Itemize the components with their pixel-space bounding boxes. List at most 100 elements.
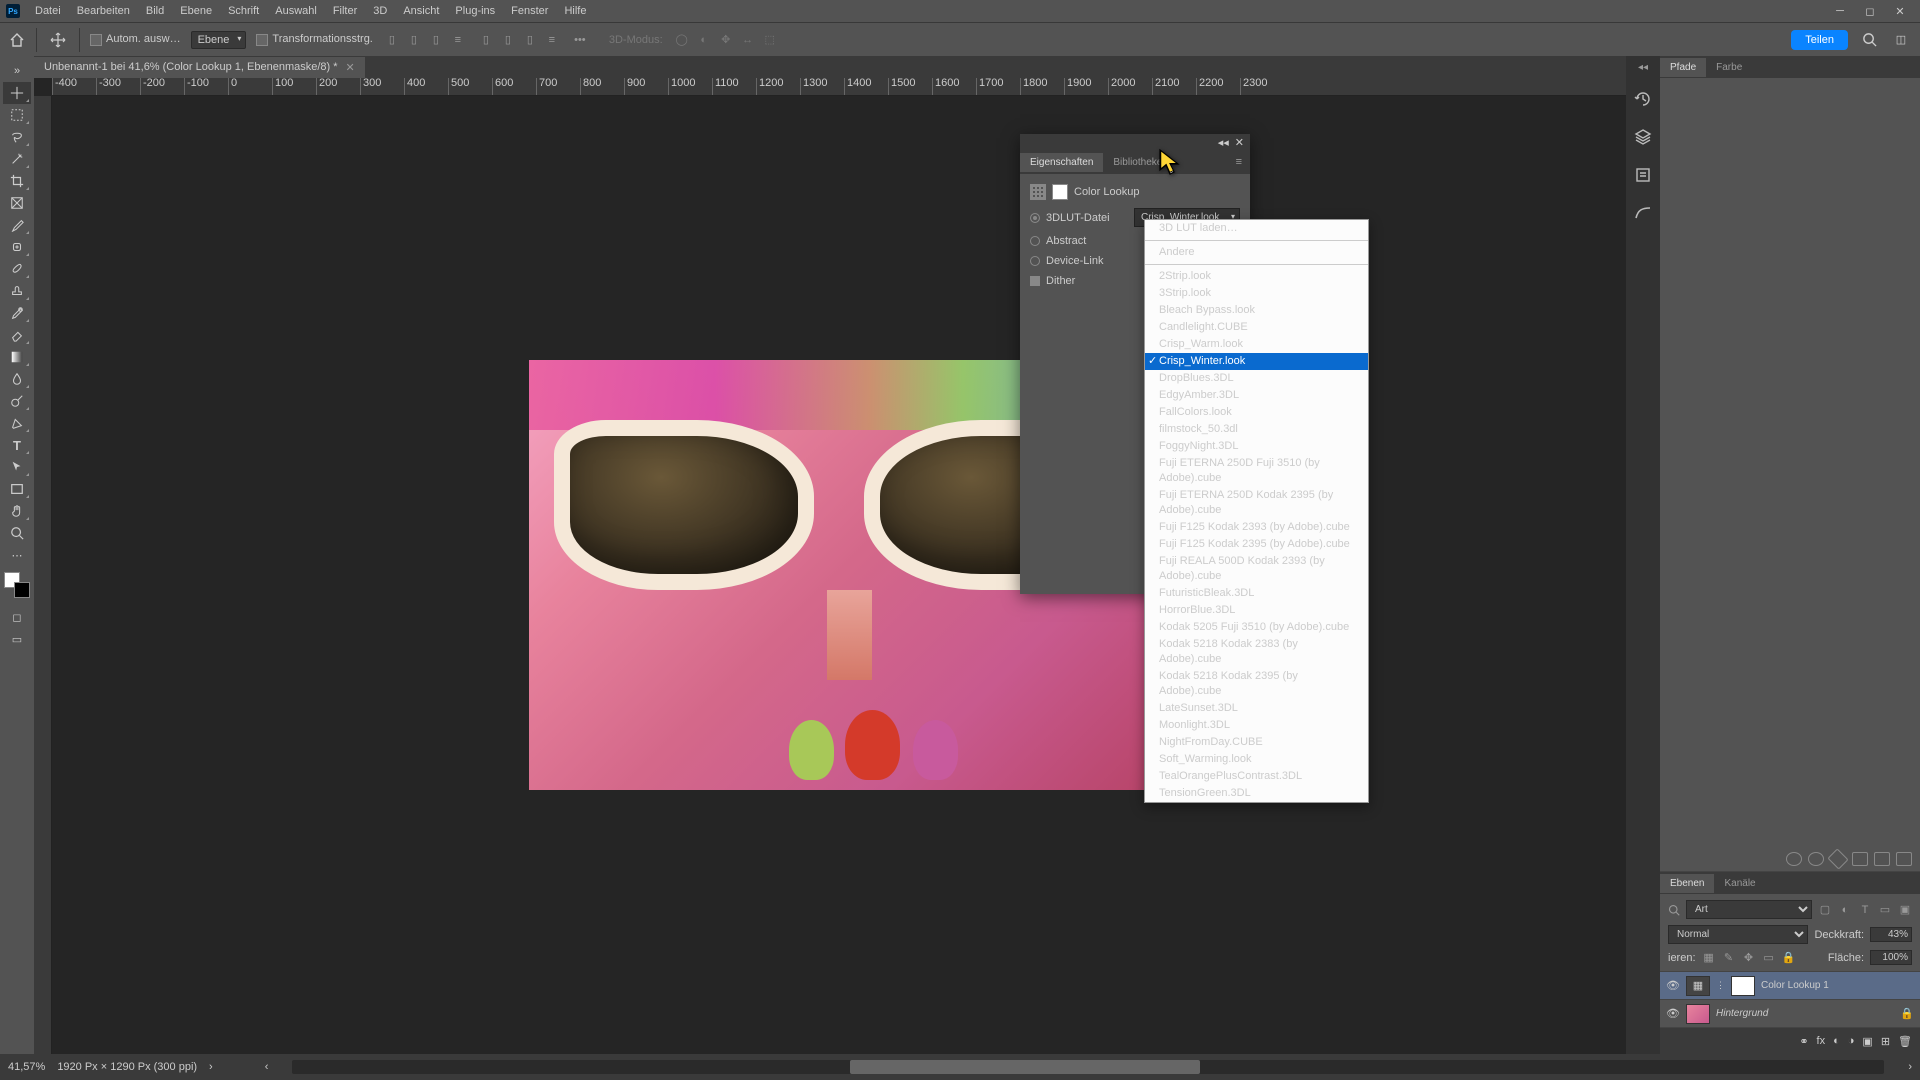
marquee-tool[interactable] bbox=[3, 104, 31, 126]
dropdown-item[interactable]: Fuji F125 Kodak 2395 (by Adobe).cube bbox=[1145, 536, 1368, 553]
dropdown-item[interactable]: Candlelight.CUBE bbox=[1145, 319, 1368, 336]
lock-brush-icon[interactable]: ✎ bbox=[1722, 951, 1736, 965]
dropdown-item[interactable]: Fuji ETERNA 250D Kodak 2395 (by Adobe).c… bbox=[1145, 487, 1368, 519]
scrollbar-h[interactable] bbox=[292, 1060, 1884, 1074]
radio-3dlut[interactable] bbox=[1030, 213, 1040, 223]
visibility-icon[interactable]: 👁 bbox=[1666, 979, 1680, 992]
path-select-tool[interactable] bbox=[3, 456, 31, 478]
stamp-tool[interactable] bbox=[3, 280, 31, 302]
adj-square2-icon[interactable] bbox=[1874, 852, 1890, 866]
crop-tool[interactable] bbox=[3, 170, 31, 192]
menu-hilfe[interactable]: Hilfe bbox=[557, 2, 593, 20]
lasso-tool[interactable] bbox=[3, 126, 31, 148]
filter-shape-icon[interactable]: ▭ bbox=[1878, 903, 1892, 917]
lock-icon[interactable]: 🔒 bbox=[1900, 1007, 1914, 1020]
radio-abstract[interactable] bbox=[1030, 236, 1040, 246]
color-swatches[interactable] bbox=[4, 572, 30, 598]
dropdown-item[interactable]: FuturisticBleak.3DL bbox=[1145, 585, 1368, 602]
lock-all-icon[interactable]: 🔒 bbox=[1782, 951, 1796, 965]
delete-layer-icon[interactable]: 🗑 bbox=[1898, 1035, 1912, 1048]
layer-mask-icon[interactable]: ◐ bbox=[1833, 1035, 1840, 1047]
group-icon[interactable]: ▣ bbox=[1862, 1035, 1872, 1048]
link-icon[interactable]: ⋮ bbox=[1716, 980, 1725, 991]
dropdown-item[interactable]: TensionGreen.3DL bbox=[1145, 785, 1368, 802]
auto-select-checkbox[interactable]: Autom. ausw… bbox=[90, 33, 181, 45]
menu-ansicht[interactable]: Ansicht bbox=[396, 2, 446, 20]
layer-row[interactable]: 👁 Hintergrund 🔒 bbox=[1660, 1000, 1920, 1028]
zoom-tool[interactable] bbox=[3, 522, 31, 544]
zoom-level[interactable]: 41,57% bbox=[8, 1061, 45, 1073]
3d-orbit-icon[interactable]: ◯ bbox=[673, 31, 691, 49]
dropdown-item[interactable]: Kodak 5205 Fuji 3510 (by Adobe).cube bbox=[1145, 619, 1368, 636]
layers-panel-icon[interactable] bbox=[1631, 125, 1655, 149]
move-tool[interactable] bbox=[3, 82, 31, 104]
align-top-icon[interactable]: ▯ bbox=[477, 31, 495, 49]
menu-3d[interactable]: 3D bbox=[366, 2, 394, 20]
adj-trash-icon[interactable] bbox=[1896, 852, 1912, 866]
link-layers-icon[interactable]: ⚭ bbox=[1799, 1035, 1808, 1048]
dropdown-item[interactable]: Kodak 5218 Kodak 2395 (by Adobe).cube bbox=[1145, 668, 1368, 700]
history-brush-tool[interactable] bbox=[3, 302, 31, 324]
visibility-icon[interactable]: 👁 bbox=[1666, 1007, 1680, 1020]
type-tool[interactable]: T bbox=[3, 434, 31, 456]
more-options-icon[interactable]: ••• bbox=[571, 31, 589, 49]
dropdown-item[interactable]: FallColors.look bbox=[1145, 404, 1368, 421]
close-button[interactable]: ✕ bbox=[1886, 2, 1914, 20]
dropdown-item[interactable]: DropBlues.3DL bbox=[1145, 370, 1368, 387]
close-tab-icon[interactable]: ✕ bbox=[346, 61, 355, 74]
adjustments-panel-icon[interactable] bbox=[1631, 201, 1655, 225]
tab-paths[interactable]: Pfade bbox=[1660, 58, 1706, 77]
dodge-tool[interactable] bbox=[3, 390, 31, 412]
lock-artboard-icon[interactable]: ▭ bbox=[1762, 951, 1776, 965]
adj-circle-icon[interactable] bbox=[1786, 852, 1802, 866]
gradient-tool[interactable] bbox=[3, 346, 31, 368]
tab-properties[interactable]: Eigenschaften bbox=[1020, 153, 1103, 172]
align-middle-icon[interactable]: ▯ bbox=[499, 31, 517, 49]
adj-square-icon[interactable] bbox=[1852, 852, 1868, 866]
frame-tool[interactable] bbox=[3, 192, 31, 214]
tab-libraries[interactable]: Bibliotheken bbox=[1103, 153, 1177, 172]
fill-input[interactable] bbox=[1870, 950, 1912, 965]
dropdown-item[interactable]: Crisp_Winter.look bbox=[1145, 353, 1368, 370]
3d-roll-icon[interactable]: ◐ bbox=[695, 31, 713, 49]
canvas[interactable] bbox=[52, 96, 1626, 1054]
dropdown-item[interactable]: Fuji REALA 500D Kodak 2393 (by Adobe).cu… bbox=[1145, 553, 1368, 585]
menu-bild[interactable]: Bild bbox=[139, 2, 171, 20]
align-left-icon[interactable]: ▯ bbox=[383, 31, 401, 49]
dropdown-item[interactable]: Andere bbox=[1145, 244, 1368, 261]
collapse-panel-icon[interactable]: ◂◂ bbox=[1218, 136, 1229, 149]
dropdown-item[interactable]: Fuji ETERNA 250D Fuji 3510 (by Adobe).cu… bbox=[1145, 455, 1368, 487]
filter-smart-icon[interactable]: ▣ bbox=[1898, 903, 1912, 917]
blend-mode-select[interactable]: Normal bbox=[1668, 925, 1808, 944]
rectangle-tool[interactable] bbox=[3, 478, 31, 500]
screen-mode-icon[interactable]: ▭ bbox=[3, 628, 31, 650]
collapse-panels-icon[interactable]: ◂◂ bbox=[1638, 62, 1648, 73]
close-panel-icon[interactable]: ✕ bbox=[1235, 136, 1244, 149]
dropdown-item[interactable]: FoggyNight.3DL bbox=[1145, 438, 1368, 455]
dropdown-item[interactable]: 3D LUT laden… bbox=[1145, 220, 1368, 237]
hand-tool[interactable] bbox=[3, 500, 31, 522]
share-button[interactable]: Teilen bbox=[1791, 30, 1848, 50]
layer-effects-icon[interactable]: fx bbox=[1817, 1035, 1826, 1047]
brush-tool[interactable] bbox=[3, 258, 31, 280]
lock-transparent-icon[interactable]: ▦ bbox=[1702, 951, 1716, 965]
menu-plug-ins[interactable]: Plug-ins bbox=[448, 2, 502, 20]
dropdown-item[interactable]: Bleach Bypass.look bbox=[1145, 302, 1368, 319]
tab-color[interactable]: Farbe bbox=[1706, 58, 1752, 77]
menu-ebene[interactable]: Ebene bbox=[173, 2, 219, 20]
layer-select[interactable]: Ebene bbox=[191, 31, 247, 49]
menu-bearbeiten[interactable]: Bearbeiten bbox=[70, 2, 137, 20]
menu-auswahl[interactable]: Auswahl bbox=[268, 2, 324, 20]
distribute-h-icon[interactable]: ≡ bbox=[449, 31, 467, 49]
properties-panel-icon[interactable] bbox=[1631, 163, 1655, 187]
pen-tool[interactable] bbox=[3, 412, 31, 434]
menu-schrift[interactable]: Schrift bbox=[221, 2, 266, 20]
eyedropper-tool[interactable] bbox=[3, 214, 31, 236]
menu-fenster[interactable]: Fenster bbox=[504, 2, 555, 20]
tab-layers[interactable]: Ebenen bbox=[1660, 874, 1714, 893]
panel-menu-icon[interactable]: ≡ bbox=[1228, 156, 1250, 168]
dropdown-item[interactable]: Kodak 5218 Kodak 2383 (by Adobe).cube bbox=[1145, 636, 1368, 668]
layer-row[interactable]: 👁 ▦ ⋮ Color Lookup 1 bbox=[1660, 972, 1920, 1000]
lock-move-icon[interactable]: ✥ bbox=[1742, 951, 1756, 965]
dropdown-item[interactable]: Soft_Warming.look bbox=[1145, 751, 1368, 768]
